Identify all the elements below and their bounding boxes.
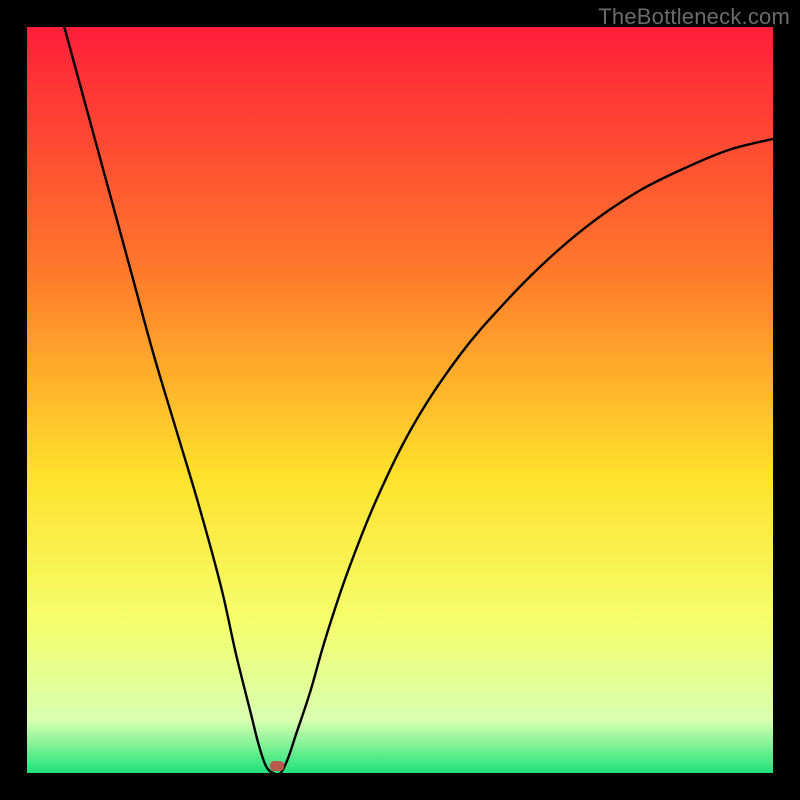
plot-svg: [27, 27, 773, 773]
chart-frame: TheBottleneck.com: [0, 0, 800, 800]
plot-area: [27, 27, 773, 773]
gradient-background: [27, 27, 773, 773]
watermark-text: TheBottleneck.com: [598, 4, 790, 30]
optimal-point-marker: [270, 761, 284, 771]
